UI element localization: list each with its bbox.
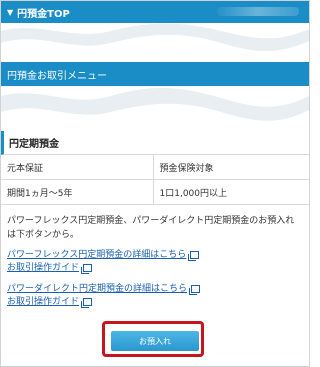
menu-bar: 円預金お取引メニュー [1, 62, 309, 86]
external-link-icon [81, 297, 93, 308]
table-row: 期間1ヵ月〜5年 1口1,000円以上 [1, 179, 309, 205]
table-row: 元本保証 預金保険対象 [1, 155, 309, 180]
deposit-button-label: お預入れ [139, 336, 171, 346]
top-header[interactable]: ▼ 円預金TOP [1, 1, 309, 23]
blurred-header-content [217, 7, 299, 16]
external-link-icon [188, 250, 200, 261]
header-title: 円預金TOP [17, 8, 70, 20]
torn-edge-divider [1, 23, 309, 62]
link-group-powerdirect: パワーダイレクト円定期預金の詳細はこちら お取引操作ガイド [7, 283, 303, 309]
powerflex-guide-link[interactable]: お取引操作ガイド [7, 263, 79, 273]
app-frame: ▼ 円預金TOP 円預金お取引メニュー 円定期預金 元本保証 預金保険対象 期間… [0, 0, 310, 367]
deposit-button[interactable]: お預入れ [111, 331, 199, 351]
table-cell: 預金保険対象 [152, 155, 309, 180]
powerdirect-detail-link[interactable]: パワーダイレクト円定期預金の詳細はこちら [7, 284, 187, 294]
powerflex-detail-link[interactable]: パワーフレックス円定期預金の詳細はこちら [7, 250, 186, 260]
table-cell: 1口1,000円以上 [152, 179, 309, 205]
section-title: 円定期預金 [1, 131, 309, 155]
info-table: 元本保証 預金保険対象 期間1ヵ月〜5年 1口1,000円以上 [1, 155, 309, 205]
powerdirect-guide-link[interactable]: お取引操作ガイド [7, 297, 79, 307]
section-title-text: 円定期預金 [9, 139, 59, 150]
link-group-powerflex: パワーフレックス円定期預金の詳細はこちら お取引操作ガイド [7, 249, 303, 275]
external-link-icon [189, 284, 201, 295]
external-link-icon [81, 263, 93, 274]
triangle-down-icon: ▼ [7, 7, 14, 17]
description-text: パワーフレックス円定期預金、パワーダイレクト円定期預金のお預入れは下ボタンから。 [7, 216, 295, 240]
menu-bar-title: 円預金お取引メニュー [7, 70, 107, 82]
table-cell: 元本保証 [1, 155, 153, 180]
table-cell: 期間1ヵ月〜5年 [1, 179, 153, 205]
torn-edge-divider-2 [1, 87, 309, 131]
